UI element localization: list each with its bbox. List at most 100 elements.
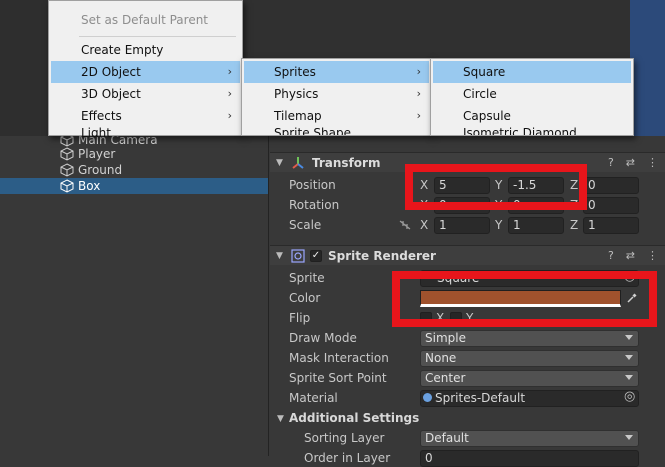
menu-item-label: Tilemap <box>274 109 322 123</box>
kebab-menu-icon[interactable]: ⋮ <box>647 156 658 169</box>
menu-item-capsule[interactable]: Capsule <box>433 105 631 127</box>
hierarchy-item-ground[interactable]: Ground <box>0 162 268 178</box>
transform-icon <box>292 156 304 169</box>
scene-toolbar-area <box>242 0 630 58</box>
context-menu-sprites: Square Circle Capsule Isometric Diamond <box>430 58 634 136</box>
material-icon <box>423 393 432 402</box>
chevron-right-icon: › <box>416 87 421 100</box>
menu-item-light[interactable]: Light <box>51 127 240 137</box>
mask-interaction-value: None <box>425 351 457 365</box>
foldout-arrow-icon[interactable]: ▼ <box>277 414 284 424</box>
rotation-z-field[interactable]: 0 <box>583 197 639 214</box>
sorting-layer-dropdown[interactable]: Default <box>420 430 639 447</box>
settings-sliders-icon[interactable]: ⇄ <box>626 156 635 169</box>
position-label: Position <box>289 178 336 192</box>
additional-settings-label[interactable]: Additional Settings <box>289 411 419 425</box>
chevron-right-icon: › <box>227 109 232 122</box>
sprite-label: Sprite <box>289 271 325 285</box>
help-icon[interactable]: ? <box>608 249 614 262</box>
transform-title: Transform <box>312 155 381 170</box>
draw-mode-value: Simple <box>425 331 466 345</box>
order-in-layer-field[interactable]: 0 <box>420 450 639 467</box>
sprite-sort-point-label: Sprite Sort Point <box>289 371 387 385</box>
menu-item-sprite-shape[interactable]: Sprite Shape <box>244 127 429 135</box>
context-menu-root: Set as Default Parent Create Empty 2D Ob… <box>48 0 243 137</box>
menu-item-2d-object[interactable]: 2D Object › <box>51 61 240 83</box>
draw-mode-dropdown[interactable]: Simple <box>420 330 639 347</box>
menu-item-label: Physics <box>274 87 319 101</box>
sprite-renderer-icon <box>291 248 305 263</box>
hierarchy-item-player[interactable]: Player <box>0 146 268 162</box>
order-in-layer-label: Order in Layer <box>304 451 391 465</box>
sprite-renderer-enabled-checkbox[interactable]: ✓ <box>310 249 322 262</box>
scene-left-strip <box>0 0 48 136</box>
cube-icon <box>60 163 74 177</box>
menu-item-create-empty[interactable]: Create Empty <box>51 39 240 61</box>
material-value: Sprites-Default <box>435 391 526 405</box>
sprite-sort-point-dropdown[interactable]: Center <box>420 370 639 387</box>
scale-y-field[interactable]: 1 <box>508 217 564 234</box>
component-header-icons: ? ⇄ ⋮ <box>608 156 658 169</box>
menu-item-square[interactable]: Square <box>433 61 631 83</box>
hierarchy-item-label: Ground <box>78 163 123 177</box>
menu-item-label: 3D Object <box>81 87 141 101</box>
sprite-sort-point-value: Center <box>425 371 466 385</box>
help-icon[interactable]: ? <box>608 156 614 169</box>
chevron-right-icon: › <box>227 65 232 78</box>
menu-separator <box>79 36 236 37</box>
mask-interaction-dropdown[interactable]: None <box>420 350 639 367</box>
foldout-arrow-icon[interactable]: ▼ <box>276 251 286 261</box>
foldout-arrow-icon[interactable]: ▼ <box>276 158 286 168</box>
menu-item-label: 2D Object <box>81 65 141 79</box>
material-object-field[interactable]: Sprites-Default <box>420 390 639 407</box>
hierarchy-item-label: Player <box>78 147 116 161</box>
scale-z-field[interactable]: 1 <box>583 217 639 234</box>
draw-mode-label: Draw Mode <box>289 331 357 345</box>
mask-interaction-label: Mask Interaction <box>289 351 389 365</box>
scale-x-field[interactable]: 1 <box>434 217 490 234</box>
menu-item-circle[interactable]: Circle <box>433 83 631 105</box>
menu-item-label: Sprite Shape <box>274 127 351 135</box>
color-label: Color <box>289 291 321 305</box>
context-menu-2d-object: Sprites › Physics › Tilemap › Sprite Sha… <box>241 58 432 136</box>
menu-item-physics[interactable]: Physics › <box>244 83 429 105</box>
sorting-layer-value: Default <box>425 431 469 445</box>
annotation-box-position <box>405 164 587 210</box>
flip-label: Flip <box>289 311 311 325</box>
sorting-layer-label: Sorting Layer <box>304 431 385 445</box>
chevron-down-icon <box>625 375 633 380</box>
menu-item-label: Light <box>81 127 111 137</box>
sprite-renderer-header[interactable]: ▼ ✓ Sprite Renderer ? ⇄ ⋮ <box>270 245 665 265</box>
menu-item-3d-object[interactable]: 3D Object › <box>51 83 240 105</box>
position-z-field[interactable]: 0 <box>583 177 639 194</box>
menu-item-label: Effects <box>81 109 122 123</box>
chevron-right-icon: › <box>227 87 232 100</box>
chevron-down-icon <box>625 435 633 440</box>
link-icon[interactable] <box>398 219 412 231</box>
sprite-renderer-title: Sprite Renderer <box>328 248 436 263</box>
cube-icon <box>60 147 74 161</box>
menu-item-isometric-diamond[interactable]: Isometric Diamond <box>433 127 631 135</box>
menu-item-tilemap[interactable]: Tilemap › <box>244 105 429 127</box>
scale-y-axis[interactable]: Y <box>495 218 502 232</box>
scale-label: Scale <box>289 218 322 232</box>
settings-sliders-icon[interactable]: ⇄ <box>626 249 635 262</box>
scene-viewport[interactable] <box>630 0 665 136</box>
menu-item-effects[interactable]: Effects › <box>51 105 240 127</box>
hierarchy-panel: Main Camera Player Ground Box <box>0 133 268 456</box>
chevron-right-icon: › <box>416 109 421 122</box>
target-icon[interactable]: ◎ <box>624 389 635 404</box>
kebab-menu-icon[interactable]: ⋮ <box>647 249 658 262</box>
menu-item-set-default-parent[interactable]: Set as Default Parent <box>51 9 240 31</box>
material-label: Material <box>289 391 338 405</box>
chevron-right-icon: › <box>416 65 421 78</box>
chevron-down-icon <box>625 335 633 340</box>
component-header-icons: ? ⇄ ⋮ <box>608 249 658 262</box>
hierarchy-item-label: Box <box>78 179 101 193</box>
scale-z-axis[interactable]: Z <box>570 218 578 232</box>
menu-item-sprites[interactable]: Sprites › <box>244 61 429 83</box>
menu-item-label: Sprites <box>274 65 316 79</box>
annotation-box-color <box>392 271 657 327</box>
scale-x-axis[interactable]: X <box>420 218 428 232</box>
hierarchy-item-box[interactable]: Box <box>0 178 268 194</box>
